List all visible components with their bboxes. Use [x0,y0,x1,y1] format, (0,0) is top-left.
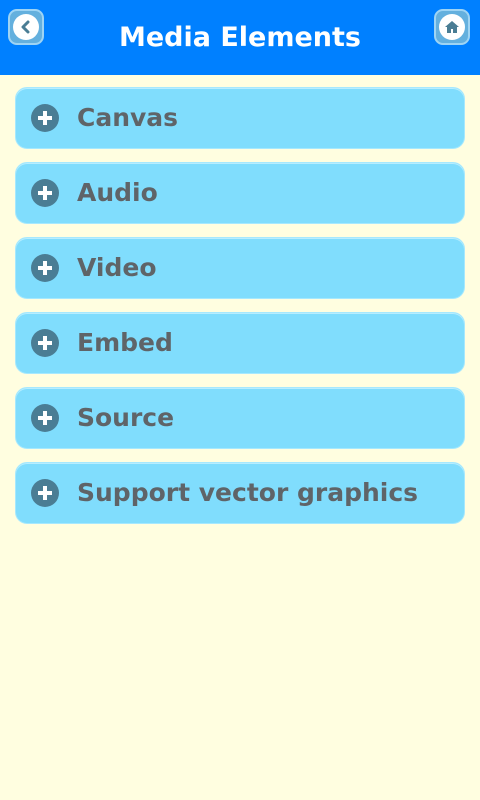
plus-circle-icon [31,104,59,132]
list-item-label: Canvas [77,103,179,132]
list-item-label: Embed [77,328,173,357]
plus-circle-icon [31,479,59,507]
plus-circle-icon [31,254,59,282]
home-button[interactable] [434,9,470,45]
home-icon [439,14,465,40]
list-item-label: Video [77,253,157,282]
list-item-embed[interactable]: Embed [15,312,465,374]
page-title: Media Elements [118,22,362,53]
list-item-source[interactable]: Source [15,387,465,449]
list-item-label: Source [77,403,175,432]
list-item-svg[interactable]: Support vector graphics [15,462,465,524]
list-item-canvas[interactable]: Canvas [15,87,465,149]
plus-circle-icon [31,329,59,357]
list-item-label: Audio [77,178,158,207]
list-item-label: Support vector graphics [77,478,419,507]
list-item-video[interactable]: Video [15,237,465,299]
plus-circle-icon [31,404,59,432]
app-screen: Media Elements Canvas Audio Video Embed … [0,0,480,800]
media-elements-list: Canvas Audio Video Embed Source Support … [15,87,465,537]
header-bar: Media Elements [0,0,480,75]
list-item-audio[interactable]: Audio [15,162,465,224]
plus-circle-icon [31,179,59,207]
